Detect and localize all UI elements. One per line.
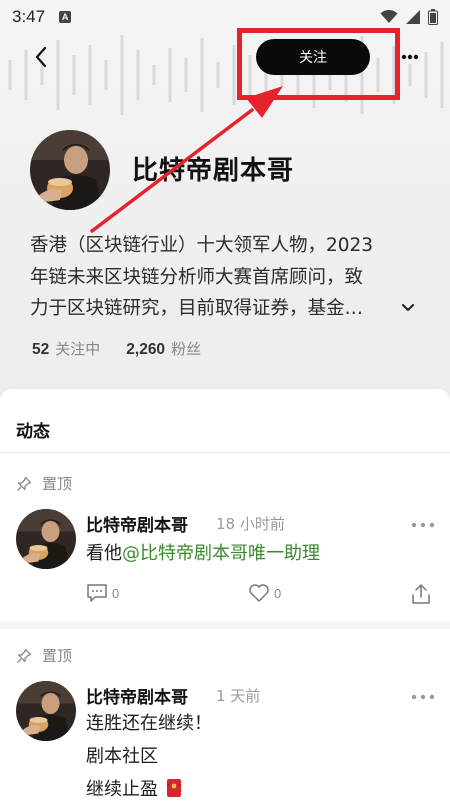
post-time: 1 天前 bbox=[216, 687, 261, 705]
post-avatar[interactable] bbox=[16, 509, 76, 569]
post-line: 剧本社区 bbox=[86, 746, 158, 767]
like-button[interactable]: 0 bbox=[248, 583, 281, 603]
avatar-photo bbox=[30, 130, 110, 210]
signal-icon bbox=[406, 10, 420, 24]
wifi-icon bbox=[380, 10, 398, 23]
post-separator bbox=[0, 621, 450, 629]
more-icon[interactable] bbox=[410, 519, 436, 531]
share-button[interactable] bbox=[410, 583, 436, 605]
profile-avatar[interactable] bbox=[30, 130, 110, 210]
profile-name: 比特帝剧本哥 bbox=[132, 156, 295, 186]
notification-icon: A bbox=[59, 11, 72, 23]
pinned-indicator: 置顶 bbox=[16, 645, 72, 666]
bio-line: 香港（区块链行业）十大领军人物，2023 bbox=[30, 235, 374, 256]
feed-title: 动态 bbox=[16, 422, 50, 442]
profile-stats: 52 关注中 2,260 粉丝 bbox=[32, 338, 227, 359]
post-text: 连胜还在继续！ 剧本社区 继续止盈 bbox=[86, 707, 212, 801]
back-button[interactable] bbox=[26, 42, 56, 72]
post-time: 18 小时前 bbox=[216, 515, 285, 533]
post-avatar[interactable] bbox=[16, 681, 76, 741]
like-count: 0 bbox=[274, 585, 282, 601]
comment-count: 0 bbox=[112, 585, 120, 601]
following-count[interactable]: 52 bbox=[32, 341, 49, 359]
pin-icon bbox=[17, 476, 32, 491]
followers-label[interactable]: 粉丝 bbox=[171, 338, 201, 359]
feed-panel: 动态 置顶 比特帝剧本哥 18 小时前 看他@比特帝剧本哥唯一助理 0 0 置顶… bbox=[0, 389, 450, 801]
more-icon bbox=[401, 54, 419, 60]
post-line: 继续止盈 bbox=[86, 773, 212, 801]
chevron-down-icon[interactable] bbox=[400, 300, 416, 316]
bio-line: 力于区块链研究，目前取得证券，基金… bbox=[30, 298, 364, 319]
pinned-label: 置顶 bbox=[42, 475, 73, 493]
bio-line: 年链未来区块链分析师大赛首席顾问，致 bbox=[30, 266, 364, 288]
post-author[interactable]: 比特帝剧本哥 bbox=[86, 511, 188, 536]
post-line: 连胜还在继续！ bbox=[86, 713, 212, 734]
pin-icon bbox=[17, 648, 32, 663]
annotation-highlight-box bbox=[237, 28, 400, 100]
mention-link[interactable]: @比特帝剧本哥唯一助理 bbox=[122, 543, 320, 564]
heart-icon bbox=[249, 584, 269, 602]
post-line-text: 继续止盈 bbox=[86, 779, 158, 800]
post-text-prefix: 看他 bbox=[86, 543, 122, 564]
more-button[interactable] bbox=[398, 42, 422, 72]
profile-bio: 香港（区块链行业）十大领军人物，2023 年链未来区块链分析师大赛首席顾问，致 … bbox=[30, 230, 430, 325]
post-card[interactable]: 置顶 比特帝剧本哥 1 天前 连胜还在继续！ 剧本社区 继续止盈 bbox=[0, 629, 450, 801]
post-card[interactable]: 置顶 比特帝剧本哥 18 小时前 看他@比特帝剧本哥唯一助理 0 0 bbox=[0, 453, 450, 621]
share-icon bbox=[412, 584, 430, 604]
avatar-photo bbox=[16, 509, 76, 569]
status-icons bbox=[380, 9, 438, 25]
back-icon bbox=[35, 46, 47, 68]
avatar-photo bbox=[16, 681, 76, 741]
pinned-label: 置顶 bbox=[42, 647, 73, 665]
battery-icon bbox=[428, 9, 438, 25]
comment-button[interactable]: 0 bbox=[86, 583, 119, 603]
status-time: 3:47 bbox=[12, 7, 46, 26]
followers-count[interactable]: 2,260 bbox=[126, 341, 165, 359]
more-icon[interactable] bbox=[410, 691, 436, 703]
red-envelope-icon bbox=[166, 779, 181, 797]
post-actions: 0 0 bbox=[86, 583, 436, 607]
post-author[interactable]: 比特帝剧本哥 bbox=[86, 683, 188, 708]
pinned-indicator: 置顶 bbox=[16, 473, 72, 494]
post-text: 看他@比特帝剧本哥唯一助理 bbox=[86, 537, 320, 570]
comment-icon bbox=[87, 584, 107, 602]
following-label[interactable]: 关注中 bbox=[55, 338, 100, 359]
